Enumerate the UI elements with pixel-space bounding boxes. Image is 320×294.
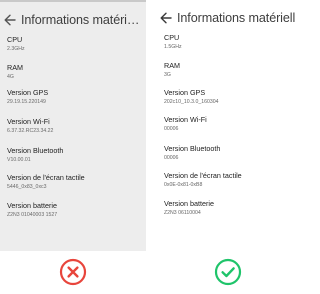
right-screen: Informations matériell CPU 1.5GHz RAM 3G… — [156, 0, 300, 251]
info-row-gps: Version GPS 29.19.15.220149 — [7, 89, 143, 113]
info-value: 00006 — [164, 154, 179, 161]
info-row-gps: Version GPS 202c10_10.3.0_160304 — [164, 89, 300, 113]
info-value: 3G — [164, 71, 171, 78]
error-x-icon — [59, 258, 87, 286]
info-label: Version Wi-Fi — [7, 117, 50, 126]
info-row-wifi: Version Wi-Fi 6.37.32.RC23.34.22 — [7, 118, 143, 142]
info-value: Z2N3 06110004 — [164, 209, 201, 216]
info-label: Version Wi-Fi — [164, 115, 207, 124]
info-row-touchscreen: Version de l'écran tactile 0x0E-0x81-0xB… — [164, 172, 300, 196]
comparison-stage: Informations matériell... CPU 2.3GHz RAM… — [0, 0, 300, 294]
info-value: 6.37.32.RC23.34.22 — [7, 127, 54, 134]
info-value: 29.19.15.220149 — [7, 98, 46, 105]
check-icon — [214, 258, 242, 286]
info-label: Version GPS — [164, 88, 206, 97]
info-row-ram: RAM 4G — [7, 64, 143, 88]
info-label: Version Bluetooth — [7, 146, 64, 155]
info-value: V10.00.01 — [7, 156, 31, 163]
page-title: Informations matériell... — [21, 13, 144, 27]
info-row-cpu: CPU 2.3GHz — [7, 36, 143, 60]
info-row-cpu: CPU 1.5GHz — [164, 34, 300, 58]
info-value: 202c10_10.3.0_160304 — [164, 98, 219, 105]
info-row-bluetooth: Version Bluetooth 00006 — [164, 145, 300, 169]
info-row-touchscreen: Version de l'écran tactile 5446_0x83_0xc… — [7, 174, 143, 198]
info-value: 1.5GHz — [164, 43, 182, 50]
info-label: Version Bluetooth — [164, 144, 221, 153]
left-panel: Informations matériell... CPU 2.3GHz RAM… — [0, 0, 146, 294]
info-label: Version de l'écran tactile — [7, 173, 85, 182]
info-label: RAM — [7, 63, 23, 72]
page-title: Informations matériell — [177, 11, 296, 25]
info-row-battery: Version batterie Z2N3 01040003 1527 — [7, 202, 143, 226]
info-label: Version batterie — [7, 201, 57, 210]
info-row-wifi: Version Wi-Fi 00006 — [164, 116, 300, 140]
left-screen: Informations matériell... CPU 2.3GHz RAM… — [0, 0, 146, 251]
info-value: 5446_0x83_0xc3 — [7, 183, 47, 190]
info-row-bluetooth: Version Bluetooth V10.00.01 — [7, 147, 143, 171]
info-label: Version de l'écran tactile — [164, 171, 242, 180]
info-row-battery: Version batterie Z2N3 06110004 — [164, 200, 300, 224]
back-arrow-icon[interactable] — [159, 11, 173, 25]
info-value: 0x0E-0x81-0xB8 — [164, 181, 203, 188]
info-label: Version GPS — [7, 88, 49, 97]
info-label: CPU — [7, 35, 23, 44]
info-label: CPU — [164, 33, 180, 42]
info-label: Version batterie — [164, 199, 214, 208]
info-value: 00006 — [164, 125, 179, 132]
info-value: 2.3GHz — [7, 45, 25, 52]
info-value: 4G — [7, 73, 14, 80]
info-value: Z2N3 01040003 1527 — [7, 211, 58, 218]
left-header: Informations matériell... — [3, 10, 144, 30]
info-row-ram: RAM 3G — [164, 62, 300, 86]
right-panel: Informations matériell CPU 1.5GHz RAM 3G… — [156, 0, 300, 294]
info-label: RAM — [164, 61, 180, 70]
right-header: Informations matériell — [159, 8, 300, 28]
back-arrow-icon[interactable] — [3, 13, 17, 27]
